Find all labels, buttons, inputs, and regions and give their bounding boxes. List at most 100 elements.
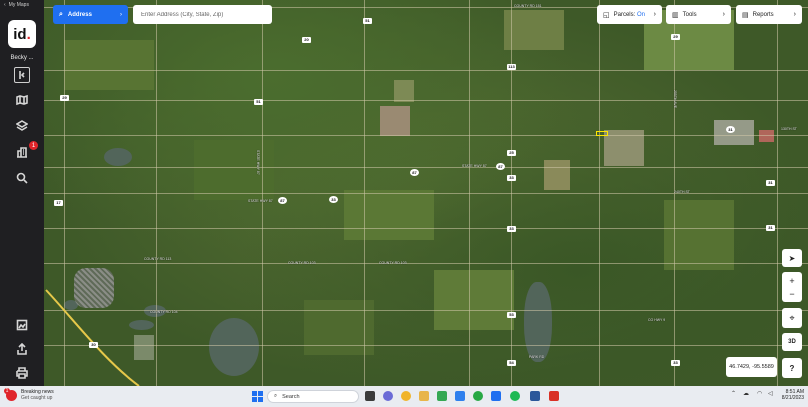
3d-button[interactable]: 3D [782, 333, 802, 351]
map-field [394, 80, 414, 102]
road [777, 0, 778, 386]
road-shield: 20 [302, 37, 311, 43]
lake [104, 148, 132, 166]
chevron-left-icon: ‹ [4, 2, 6, 8]
road-label: COUNTY RD 104 [150, 310, 178, 314]
wifi-icon[interactable]: ◠ [757, 390, 762, 397]
map-field [544, 160, 570, 190]
help-button[interactable]: ? [782, 358, 802, 378]
railway-line [45, 289, 140, 386]
selected-parcel[interactable] [596, 131, 608, 136]
taskbar-search[interactable]: ⌕ Search [267, 390, 359, 403]
road [469, 0, 470, 386]
volume-icon[interactable]: ◁ [768, 390, 773, 397]
system-clock[interactable]: 8:51 AM 8/21/2023 [782, 389, 804, 401]
road [44, 100, 808, 101]
layers-icon[interactable] [14, 118, 30, 134]
drive-icon[interactable] [437, 391, 447, 401]
parcel-icon: ◱ [603, 11, 610, 19]
road-shield: 25 [507, 150, 516, 156]
app-icon[interactable] [491, 391, 501, 401]
app-logo[interactable]: id. [8, 20, 36, 48]
windows-start-icon[interactable] [252, 391, 263, 402]
share-icon[interactable] [14, 341, 30, 357]
road [44, 135, 808, 136]
chevron-right-icon: › [653, 11, 656, 18]
cloud-icon[interactable]: ☁ [743, 390, 749, 397]
location-icon[interactable] [14, 170, 30, 186]
spotify-icon[interactable] [510, 391, 520, 401]
zoom-out-button[interactable]: − [789, 288, 794, 300]
news-widget[interactable]: 1 Breaking news Get caught up [4, 387, 54, 401]
road-label: COUNTY RD 113 [144, 257, 172, 261]
road-label: COUNTY RD 151 [514, 4, 542, 8]
road-label: STATE HWY 87 [256, 150, 260, 175]
road-label: 255TH AVE [673, 90, 677, 109]
zoom-in-button[interactable]: + [789, 274, 794, 288]
road [44, 167, 808, 168]
map-field [344, 190, 434, 240]
road-shield: 33 [329, 196, 338, 203]
map-icon[interactable] [14, 92, 30, 108]
buildings-icon[interactable] [14, 144, 30, 160]
address-mode-button[interactable]: ⌕ Address › [53, 5, 128, 24]
collapse-icon[interactable] [14, 67, 30, 83]
reports-label: Reports [752, 11, 774, 18]
road-label: 240TH ST [674, 190, 690, 194]
road-shield: 87 [278, 197, 287, 204]
coordinates-readout: 46.7429, -95.5589 [726, 357, 777, 377]
chevron-up-icon[interactable]: ⌃ [731, 390, 736, 397]
road-label: STATE HWY 87 [462, 164, 487, 168]
windows-taskbar: 1 Breaking news Get caught up ⌕ Search ⌃… [0, 386, 808, 407]
map-field [380, 106, 410, 136]
compass-button[interactable]: ➤ [782, 249, 802, 267]
photos-icon[interactable] [455, 391, 465, 401]
road-shield: 51 [254, 99, 263, 105]
road-shield: 113 [507, 64, 516, 70]
user-name[interactable]: Becky ... [0, 55, 44, 61]
parcels-label: Parcels: [613, 11, 636, 18]
chrome-icon[interactable] [401, 391, 411, 401]
news-subtitle: Get caught up [21, 395, 53, 401]
road-label: STATE HWY 87 [248, 199, 273, 203]
locate-button[interactable]: ⌖ [782, 308, 802, 328]
road [364, 0, 365, 386]
gallery-icon[interactable] [14, 317, 30, 333]
sidebar: ‹ My Maps id. Becky ... 1 [0, 0, 44, 386]
clock-date: 8/21/2023 [781, 395, 804, 401]
road-shield: 51 [363, 18, 372, 24]
print-icon[interactable] [14, 365, 30, 381]
road-shield: 31 [726, 126, 735, 133]
satellite-map[interactable]: COUNTY RD 151 STATE HWY 87 STATE HWY 87 … [44, 0, 808, 386]
word-icon[interactable] [530, 391, 540, 401]
chevron-right-icon: › [793, 11, 796, 18]
tools-button[interactable]: ▥ Tools › [666, 5, 731, 24]
address-search-input[interactable] [133, 5, 272, 24]
reports-icon: ▤ [742, 11, 749, 19]
chevron-right-icon: › [722, 11, 725, 18]
road-shield: 33 [507, 175, 516, 181]
parcels-state: On [636, 11, 645, 18]
map-field [759, 130, 774, 142]
acrobat-icon[interactable] [549, 391, 559, 401]
road [44, 263, 808, 264]
reports-button[interactable]: ▤ Reports › [736, 5, 802, 24]
back-to-my-maps[interactable]: ‹ My Maps [0, 0, 44, 10]
road-shield: 29 [671, 34, 680, 40]
road-shield: 87 [410, 169, 419, 176]
road [599, 0, 600, 386]
parcels-toggle-button[interactable]: ◱ Parcels: On › [597, 5, 662, 24]
file-explorer-icon[interactable] [419, 391, 429, 401]
news-icon: 1 [4, 387, 17, 401]
task-view-icon[interactable] [365, 391, 375, 401]
notification-badge: 1 [29, 141, 38, 150]
road-label: COUNTY RD 103 [288, 261, 316, 265]
road-shield: 31 [766, 180, 775, 186]
news-badge: 1 [4, 387, 10, 394]
road-shield: 17 [54, 200, 63, 206]
road [44, 228, 808, 229]
app-icon[interactable] [473, 391, 483, 401]
chat-icon[interactable] [383, 391, 393, 401]
logo-text: id [13, 25, 27, 43]
road-shield: 33 [671, 360, 680, 366]
